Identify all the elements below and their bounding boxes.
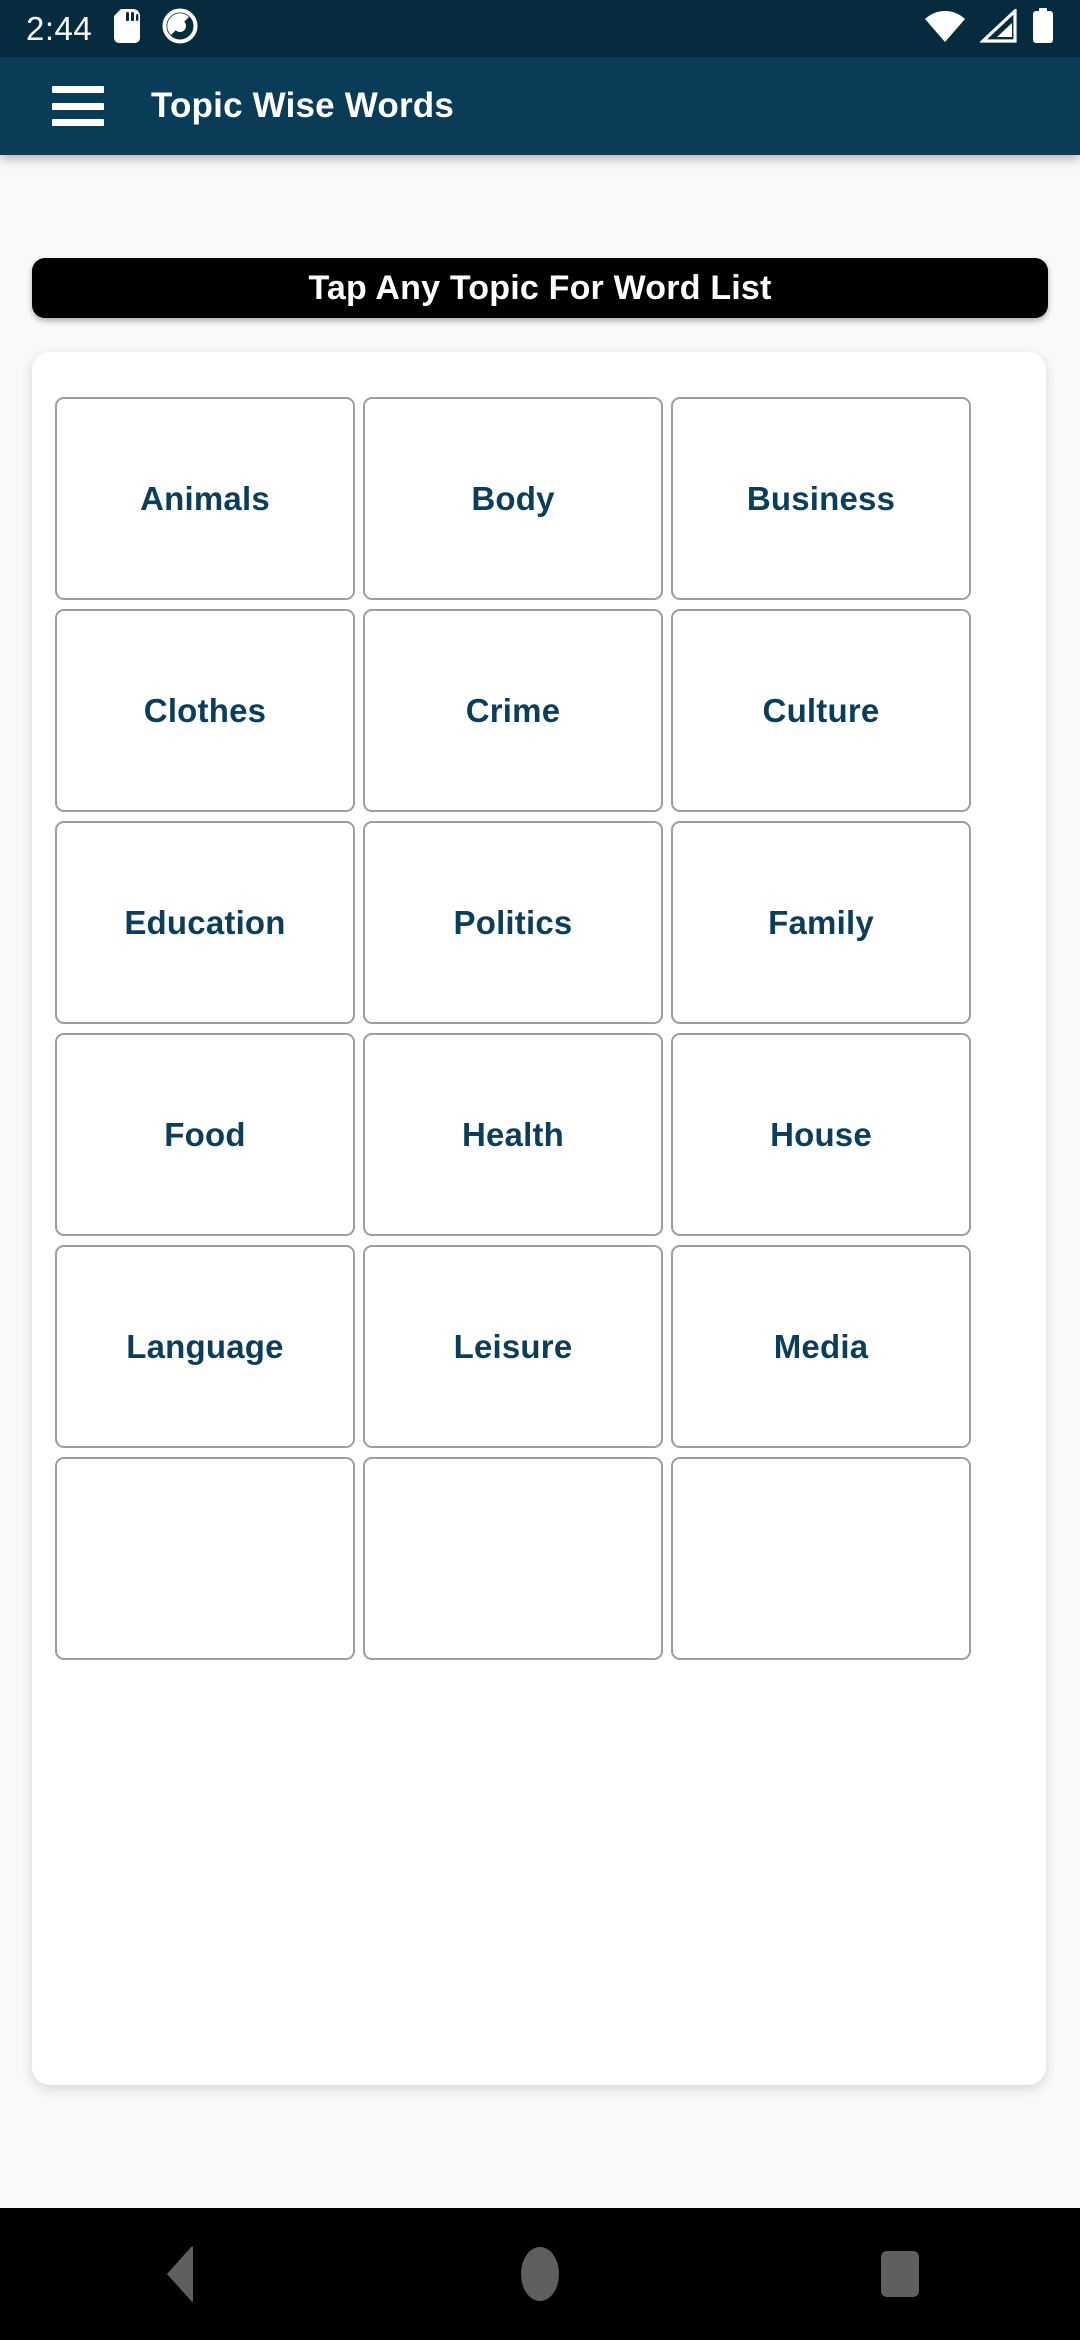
topic-label: Crime <box>465 691 561 729</box>
topic-cell[interactable] <box>363 1457 663 1660</box>
hamburger-line <box>52 86 104 93</box>
topic-cell[interactable] <box>671 1457 971 1660</box>
hamburger-menu-icon[interactable] <box>52 86 104 126</box>
phone-screen: 2:44 Topic Wise Words Tap Any Topic For … <box>0 0 1080 2340</box>
topic-cell[interactable]: House <box>671 1033 971 1236</box>
battery-icon <box>1032 8 1054 49</box>
topic-label: Body <box>471 479 555 517</box>
status-bar-left: 2:44 <box>26 8 198 49</box>
back-button[interactable] <box>100 2208 260 2340</box>
topic-label: Health <box>461 1115 565 1153</box>
square-recents-icon <box>881 2251 919 2297</box>
app-bar: Topic Wise Words <box>0 57 1080 155</box>
status-bar-right <box>924 7 1054 49</box>
topic-cell[interactable]: Culture <box>671 609 971 812</box>
topic-cell[interactable]: Body <box>363 397 663 600</box>
instruction-banner-text: Tap Any Topic For Word List <box>308 268 772 307</box>
status-bar: 2:44 <box>0 0 1080 57</box>
topic-label: Leisure <box>453 1327 573 1365</box>
topics-container: Animals Body Business Clothes Crime Culture Ed… <box>32 352 1046 2085</box>
topic-label: Culture <box>762 691 880 729</box>
topic-label: Education <box>124 903 286 941</box>
topic-cell[interactable]: Media <box>671 1245 971 1448</box>
circle-home-icon <box>521 2247 559 2301</box>
topic-label: Food <box>164 1115 246 1153</box>
wifi-icon <box>924 9 966 48</box>
sd-card-icon <box>114 9 141 48</box>
topic-label: Media <box>773 1327 869 1365</box>
hamburger-line <box>52 102 104 110</box>
topic-cell[interactable]: Politics <box>363 821 663 1024</box>
topic-cell[interactable]: Language <box>55 1245 355 1448</box>
topic-label: Clothes <box>143 691 267 729</box>
topic-cell[interactable]: Leisure <box>363 1245 663 1448</box>
page-title: Topic Wise Words <box>151 86 455 125</box>
topic-cell[interactable]: Business <box>671 397 971 600</box>
topic-label: Business <box>746 479 896 517</box>
topic-cell[interactable]: Food <box>55 1033 355 1236</box>
topic-cell[interactable]: Family <box>671 821 971 1024</box>
hamburger-line <box>52 119 104 126</box>
recents-button[interactable] <box>820 2208 980 2340</box>
topic-cell[interactable]: Health <box>363 1033 663 1236</box>
topic-label: Politics <box>453 903 573 941</box>
topic-label: House <box>770 1115 872 1153</box>
topic-label: Family <box>768 903 874 941</box>
topic-cell[interactable]: Education <box>55 821 355 1024</box>
signal-icon <box>978 7 1018 48</box>
do-not-disturb-icon <box>162 8 198 49</box>
topic-cell[interactable]: Crime <box>363 609 663 812</box>
topics-grid: Animals Body Business Clothes Crime Culture Ed… <box>55 397 1023 1660</box>
topic-label: Language <box>126 1327 284 1365</box>
home-button[interactable] <box>460 2208 620 2340</box>
triangle-back-icon <box>167 2245 193 2303</box>
system-navigation-bar <box>0 2208 1080 2340</box>
content-area: Tap Any Topic For Word List Animals Body B… <box>0 155 1080 2208</box>
topic-cell[interactable]: Animals <box>55 397 355 600</box>
instruction-banner: Tap Any Topic For Word List <box>32 258 1048 318</box>
status-bar-clock: 2:44 <box>26 9 93 47</box>
topic-cell[interactable] <box>55 1457 355 1660</box>
topic-cell[interactable]: Clothes <box>55 609 355 812</box>
topic-label: Animals <box>140 479 270 517</box>
